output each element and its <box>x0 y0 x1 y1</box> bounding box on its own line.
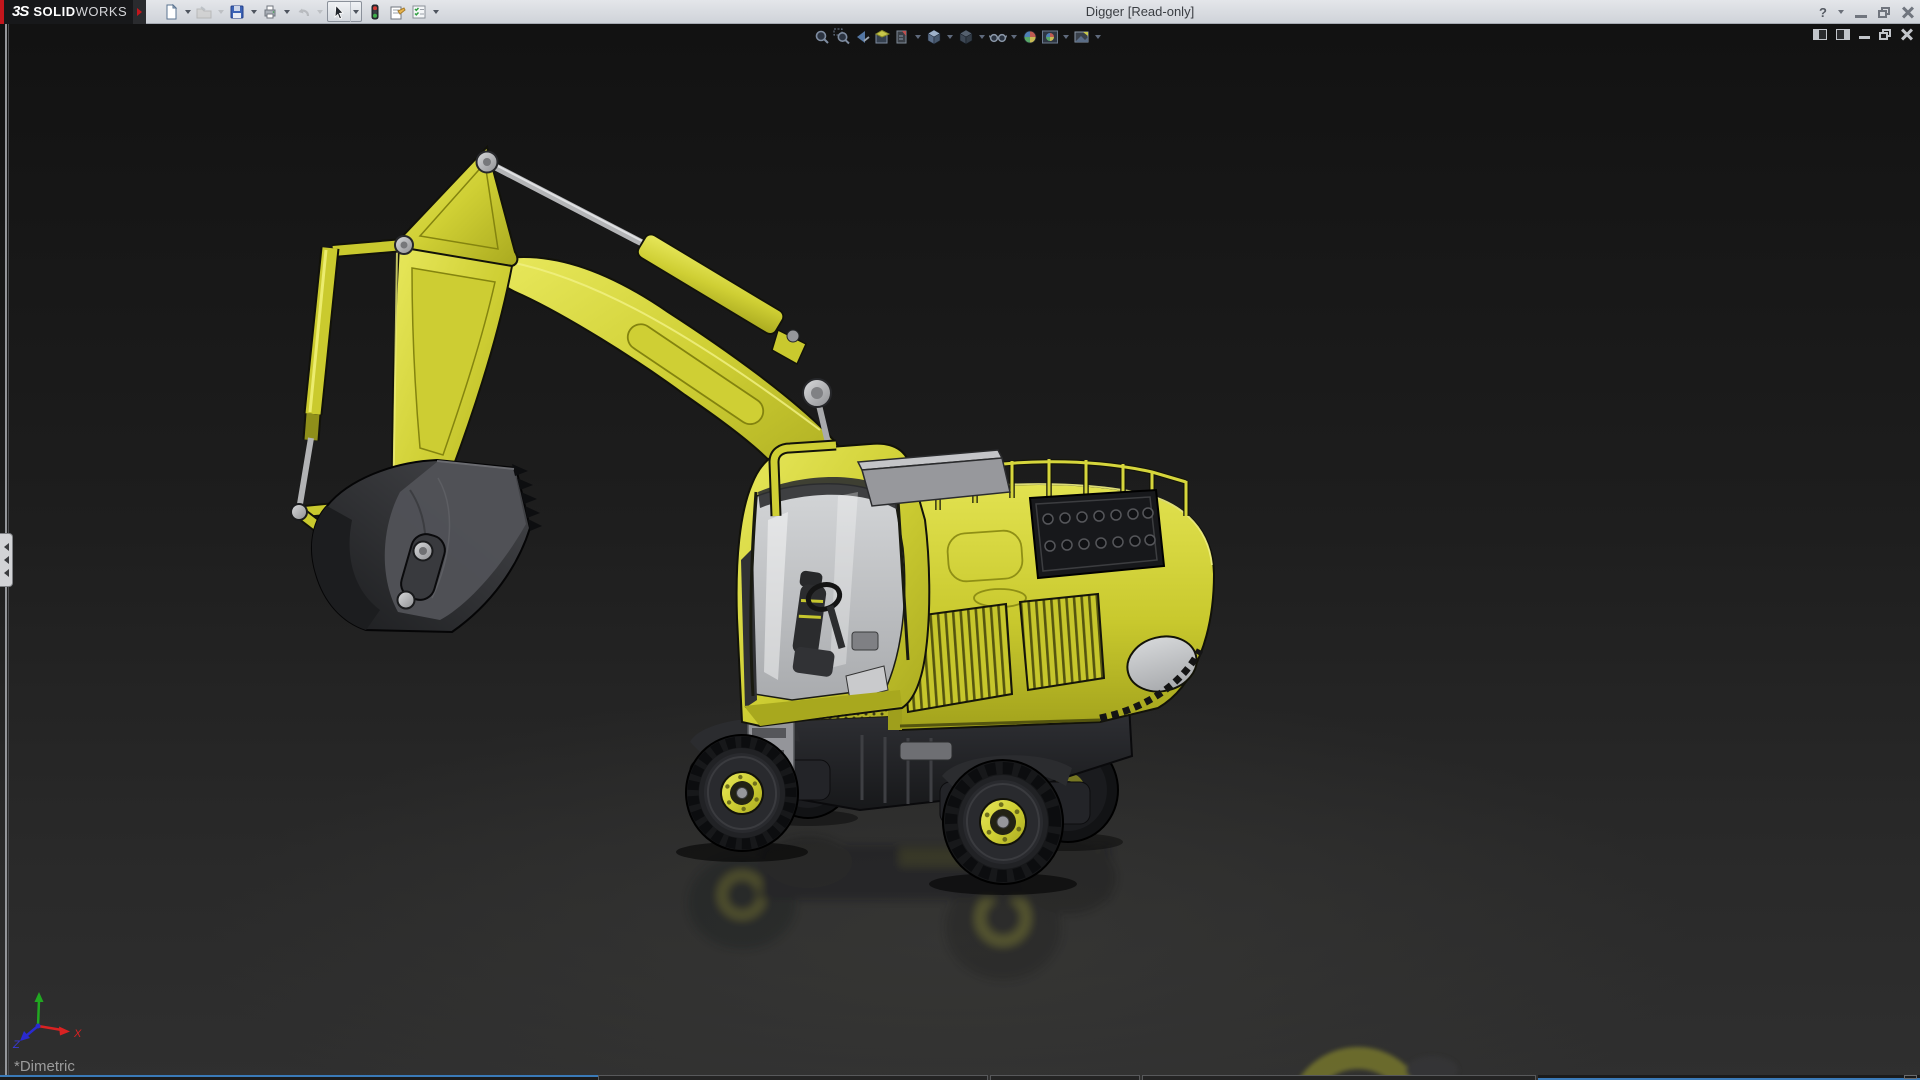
options-button[interactable] <box>408 2 430 22</box>
logo-solid-text: SOLID <box>33 4 76 19</box>
edit-appearance-icon <box>1023 30 1036 44</box>
heads-up-view-toolbar <box>812 27 1103 47</box>
close-button[interactable] <box>1901 6 1915 19</box>
print-icon <box>264 5 276 18</box>
undo-dropdown[interactable] <box>314 2 325 22</box>
status-strip-segment <box>990 1075 1140 1080</box>
section-view-button[interactable] <box>872 28 891 47</box>
status-strip-segment <box>598 1075 988 1080</box>
file-properties-icon <box>390 6 406 19</box>
new-document-icon <box>166 3 178 19</box>
save-button[interactable] <box>226 2 248 22</box>
window-controls: ? <box>1819 0 1915 24</box>
undo-icon <box>298 8 310 16</box>
file-properties-button[interactable] <box>386 2 408 22</box>
apply-scene-icon <box>1041 30 1058 44</box>
display-style-button[interactable] <box>956 28 975 47</box>
apply-scene-dropdown[interactable] <box>1060 28 1071 47</box>
select-cursor-icon <box>334 4 345 19</box>
document-minimize-button[interactable] <box>1859 36 1870 39</box>
rebuild-traffic-light-icon <box>371 4 379 19</box>
dynamic-annotation-views-button[interactable] <box>892 28 911 47</box>
status-strip-segment <box>0 1075 598 1080</box>
view-orientation-label: *Dimetric <box>14 1058 75 1075</box>
document-close-button[interactable] <box>1900 28 1914 41</box>
previous-view-icon <box>856 31 870 43</box>
document-restore-button[interactable] <box>1879 28 1892 40</box>
solidworks-logo: 3S SOLID WORKS <box>4 0 134 24</box>
dynamic-annotation-views-dropdown[interactable] <box>912 28 923 47</box>
solidworks-window: 3S SOLID WORKS Digger [Read-only] ? X Z … <box>0 0 1920 1080</box>
status-strip-segment <box>1142 1075 1536 1080</box>
restore-button[interactable] <box>1878 6 1891 18</box>
options-dropdown[interactable] <box>430 2 441 22</box>
open-dropdown[interactable] <box>215 2 226 22</box>
collapse-arrow-icon <box>3 556 9 564</box>
view-settings-dropdown[interactable] <box>1092 28 1103 47</box>
annotation-views-icon <box>896 30 906 44</box>
hide-show-items-button[interactable] <box>988 28 1007 47</box>
view-orientation-dropdown[interactable] <box>944 28 955 47</box>
print-dropdown[interactable] <box>281 2 292 22</box>
help-button[interactable]: ? <box>1819 5 1827 20</box>
menu-flyout-button[interactable] <box>133 0 147 24</box>
new-button[interactable] <box>160 2 182 22</box>
view-orientation-button[interactable] <box>924 28 943 47</box>
zoom-to-fit-button[interactable] <box>812 28 831 47</box>
print-button[interactable] <box>259 2 281 22</box>
undo-button[interactable] <box>292 2 314 22</box>
rebuild-button[interactable] <box>364 2 386 22</box>
new-dropdown[interactable] <box>182 2 193 22</box>
zoom-to-area-button[interactable] <box>832 28 851 47</box>
reference-triad: X Z <box>12 992 82 1051</box>
edit-appearance-button[interactable] <box>1020 28 1039 47</box>
show-right-pane-button[interactable] <box>1836 28 1850 40</box>
save-dropdown[interactable] <box>248 2 259 22</box>
view-settings-icon <box>1074 31 1088 43</box>
triad-x-label: X <box>73 1028 82 1040</box>
logo-3ds-glyph: 3S <box>12 3 29 20</box>
panel-splitter-collapse-handle[interactable] <box>0 533 13 587</box>
hide-show-items-dropdown[interactable] <box>1008 28 1019 47</box>
open-folder-icon <box>196 5 212 18</box>
apply-scene-button[interactable] <box>1040 28 1059 47</box>
select-button[interactable] <box>328 2 350 22</box>
show-left-pane-button[interactable] <box>1813 28 1827 40</box>
hide-show-items-icon <box>988 33 1007 43</box>
collapse-arrow-icon <box>3 543 9 551</box>
zoom-to-area-icon <box>833 28 850 45</box>
collapse-arrow-icon <box>3 569 9 577</box>
open-button[interactable] <box>193 2 215 22</box>
view-settings-button[interactable] <box>1072 28 1091 47</box>
logo-works-text: WORKS <box>75 4 128 19</box>
triad-z-label: Z <box>12 1039 21 1051</box>
view-orientation-cube-icon <box>927 29 940 45</box>
graphics-area[interactable] <box>0 0 1920 1080</box>
previous-view-button[interactable] <box>852 28 871 47</box>
select-button-group <box>327 1 363 22</box>
section-view-icon <box>874 29 890 44</box>
title-bar: 3S SOLID WORKS Digger [Read-only] ? <box>0 0 1920 24</box>
display-style-icon <box>959 29 972 45</box>
standard-toolbar <box>160 0 441 24</box>
zoom-to-fit-icon <box>815 30 829 44</box>
display-style-dropdown[interactable] <box>976 28 987 47</box>
document-title: Digger [Read-only] <box>1085 4 1195 19</box>
options-checklist-icon <box>412 5 426 18</box>
help-dropdown[interactable] <box>1838 10 1844 14</box>
minimize-button[interactable] <box>1855 14 1867 18</box>
status-strip-segment <box>1538 1075 1920 1080</box>
save-icon <box>230 5 244 18</box>
select-dropdown[interactable] <box>350 1 361 22</box>
status-strip <box>0 1075 1920 1080</box>
document-window-controls <box>1813 28 1914 41</box>
